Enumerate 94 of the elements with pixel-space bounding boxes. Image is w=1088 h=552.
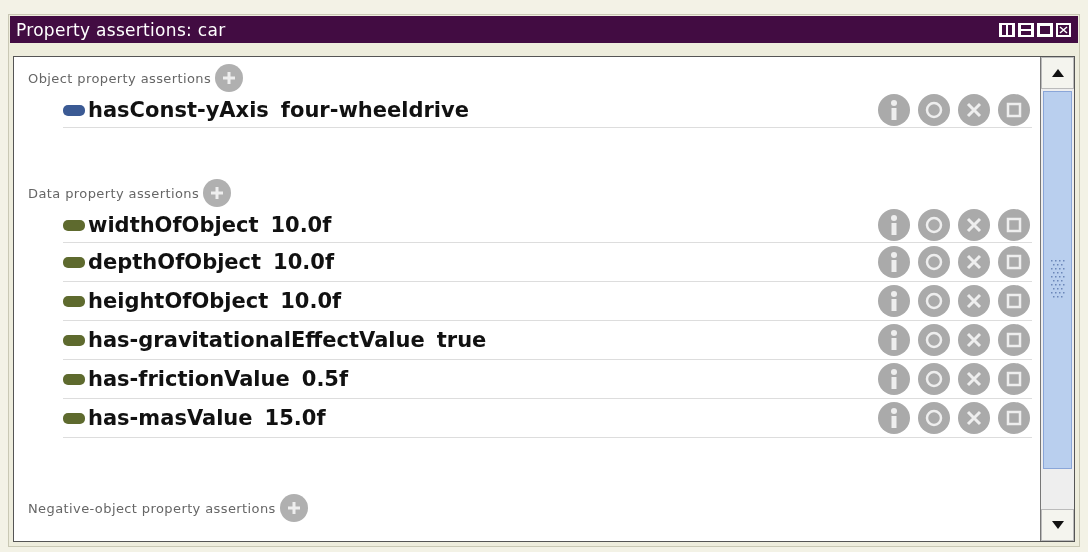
square-icon <box>1005 292 1023 310</box>
property-marker-icon <box>63 219 85 231</box>
ring-icon <box>925 216 943 234</box>
edit-button[interactable] <box>998 94 1030 126</box>
scroll-down-button[interactable] <box>1041 509 1074 541</box>
annotation-button[interactable] <box>918 324 950 356</box>
scroll-up-button[interactable] <box>1041 57 1074 89</box>
square-icon <box>1005 101 1023 119</box>
annotation-button[interactable] <box>918 246 950 278</box>
delete-button[interactable] <box>958 402 990 434</box>
property-value: four-wheeldrive <box>280 98 469 122</box>
delete-button[interactable] <box>958 94 990 126</box>
edit-button[interactable] <box>998 402 1030 434</box>
info-button[interactable] <box>878 209 910 241</box>
info-button[interactable] <box>878 402 910 434</box>
square-icon <box>1005 409 1023 427</box>
section-header: Data property assertions <box>28 185 200 201</box>
property-value: 10.0f <box>280 289 342 313</box>
property-name: has-masValue <box>88 406 253 430</box>
close-icon <box>965 253 983 271</box>
edit-button[interactable] <box>998 324 1030 356</box>
delete-button[interactable] <box>958 285 990 317</box>
property-value: true <box>436 328 487 352</box>
info-button[interactable] <box>878 363 910 395</box>
property-value: 0.5f <box>301 367 349 391</box>
annotation-button[interactable] <box>918 285 950 317</box>
up-arrow-icon <box>1051 69 1064 77</box>
property-name: has-frictionValue <box>88 367 290 391</box>
plus-icon <box>210 186 225 200</box>
delete-button[interactable] <box>958 246 990 278</box>
delete-button[interactable] <box>958 363 990 395</box>
edit-button[interactable] <box>998 246 1030 278</box>
delete-button[interactable] <box>958 324 990 356</box>
annotation-button[interactable] <box>918 94 950 126</box>
property-name: has-gravitationalEffectValue <box>88 328 425 352</box>
annotation-button[interactable] <box>918 363 950 395</box>
square-icon <box>1005 331 1023 349</box>
section-header: Negative-object property assertions <box>28 500 276 516</box>
ring-icon <box>925 101 943 119</box>
annotation-button[interactable] <box>918 209 950 241</box>
close-icon <box>965 292 983 310</box>
info-icon <box>891 215 897 235</box>
info-icon <box>891 291 897 311</box>
add-button[interactable] <box>215 64 244 92</box>
property-name: heightOfObject <box>88 289 269 313</box>
property-name: depthOfObject <box>88 250 262 274</box>
info-button[interactable] <box>878 324 910 356</box>
window-controls-icon[interactable] <box>998 21 1072 38</box>
property-marker-icon <box>63 256 85 268</box>
section-header: Object property assertions <box>28 70 212 86</box>
edit-button[interactable] <box>998 285 1030 317</box>
square-icon <box>1005 253 1023 271</box>
ring-icon <box>925 370 943 388</box>
property-marker-icon <box>63 295 85 307</box>
plus-icon <box>286 501 301 515</box>
close-icon <box>965 331 983 349</box>
property-marker-icon <box>63 334 85 346</box>
info-icon <box>891 408 897 428</box>
info-icon <box>891 330 897 350</box>
property-marker-icon <box>63 104 85 116</box>
property-marker-icon <box>63 412 85 424</box>
annotation-button[interactable] <box>918 402 950 434</box>
property-value: 10.0f <box>270 213 332 237</box>
info-icon <box>891 252 897 272</box>
plus-icon <box>222 71 237 85</box>
close-icon <box>965 216 983 234</box>
info-icon <box>891 369 897 389</box>
info-button[interactable] <box>878 285 910 317</box>
grip-icon <box>1050 260 1065 300</box>
property-value: 10.0f <box>273 250 335 274</box>
scroll-thumb[interactable] <box>1043 91 1072 469</box>
info-icon <box>891 100 897 120</box>
close-icon <box>965 370 983 388</box>
ring-icon <box>925 409 943 427</box>
delete-button[interactable] <box>958 209 990 241</box>
edit-button[interactable] <box>998 363 1030 395</box>
ring-icon <box>925 253 943 271</box>
edit-button[interactable] <box>998 209 1030 241</box>
close-icon <box>965 101 983 119</box>
window-title: Property assertions: car <box>16 19 226 40</box>
close-icon <box>965 409 983 427</box>
property-value: 15.0f <box>264 406 326 430</box>
ring-icon <box>925 292 943 310</box>
property-name: widthOfObject <box>88 213 259 237</box>
down-arrow-icon <box>1051 521 1064 529</box>
info-button[interactable] <box>878 94 910 126</box>
add-button[interactable] <box>203 179 232 207</box>
square-icon <box>1005 216 1023 234</box>
ring-icon <box>925 331 943 349</box>
property-marker-icon <box>63 373 85 385</box>
add-button[interactable] <box>279 494 308 522</box>
square-icon <box>1005 370 1023 388</box>
property-name: hasConst-yAxis <box>88 98 269 122</box>
info-button[interactable] <box>878 246 910 278</box>
